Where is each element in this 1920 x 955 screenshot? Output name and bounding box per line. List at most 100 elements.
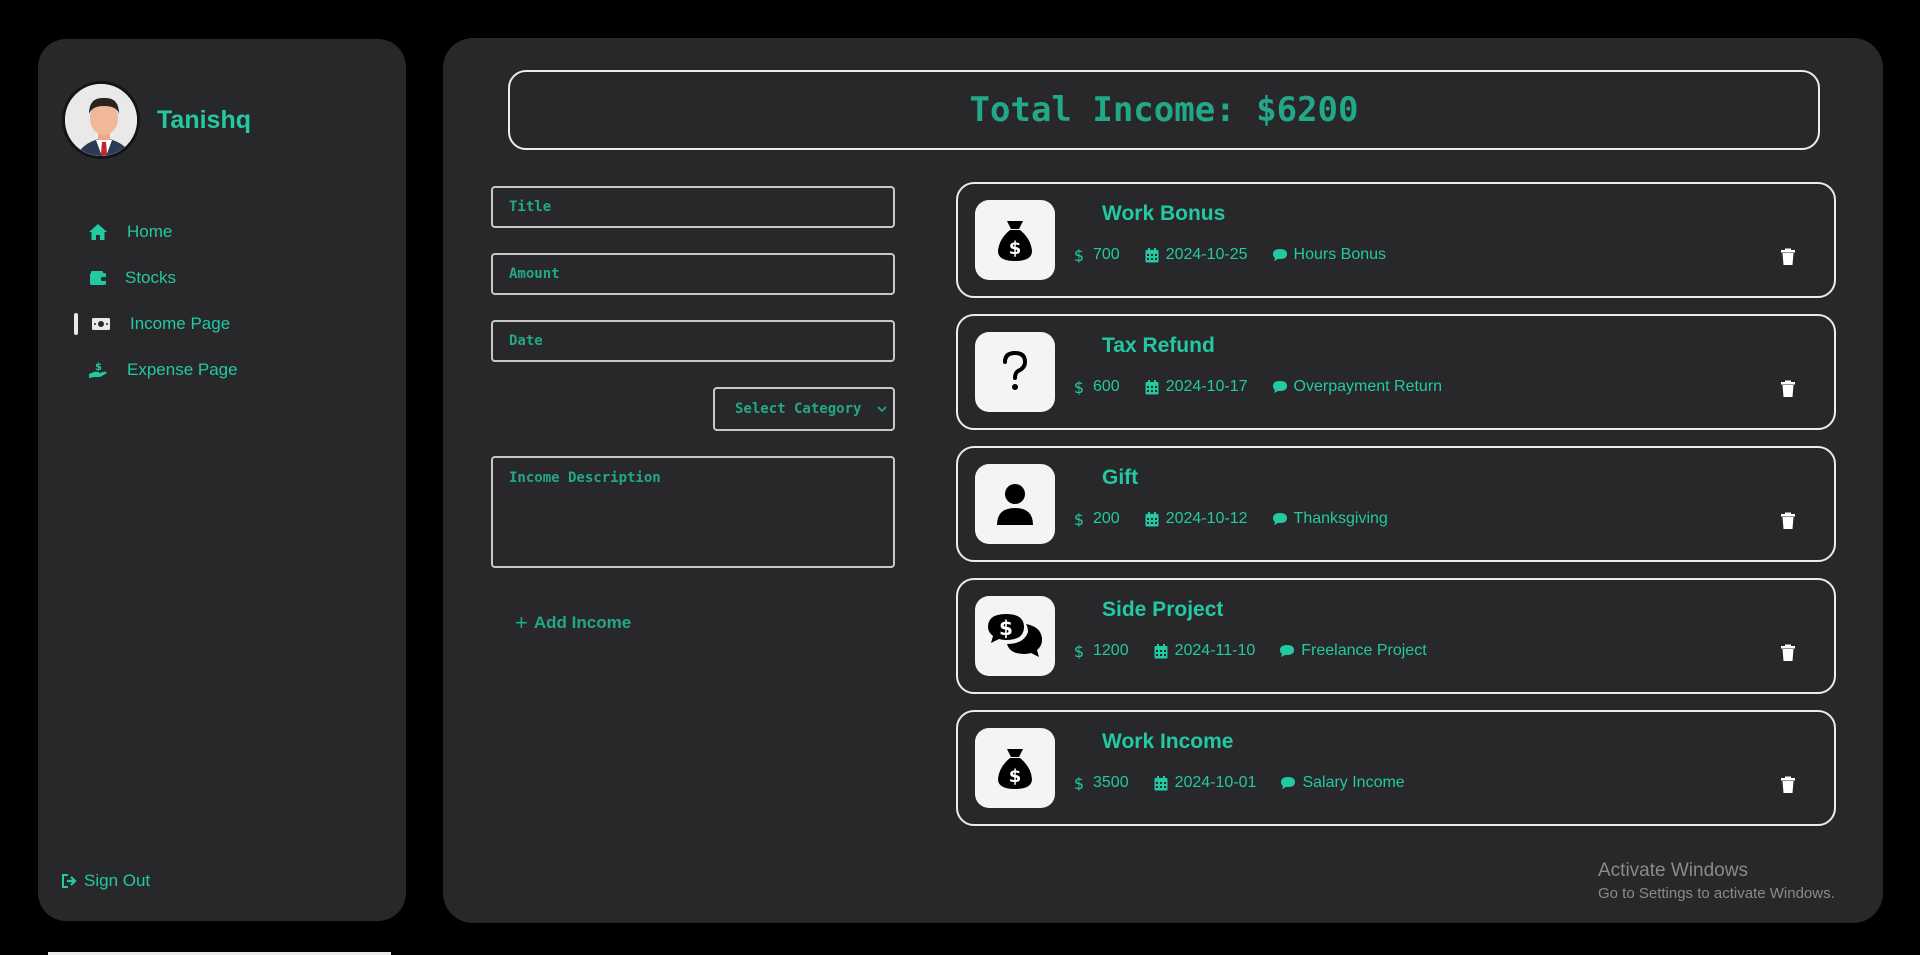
income-title: Work Income	[1102, 730, 1234, 753]
main-panel: Total Income: $6200 Title Amount Date Se…	[443, 38, 1883, 923]
income-item: $ Side Project $1200 2024-11-10 Freelanc…	[956, 578, 1836, 694]
activate-windows-watermark: Activate Windows Go to Settings to activ…	[1598, 860, 1835, 902]
income-amount: 600	[1093, 378, 1120, 395]
username: Tanishq	[157, 105, 251, 134]
question-icon	[975, 332, 1055, 412]
category-select-label: Select Category	[735, 401, 862, 417]
sidebar-nav: Home Stocks Income Page $ Expense Page	[38, 209, 406, 393]
add-income-label: Add Income	[533, 613, 632, 632]
dollar-icon: $	[1071, 247, 1087, 263]
income-amount: 700	[1093, 246, 1120, 263]
income-title: Side Project	[1102, 598, 1224, 621]
title-input[interactable]: Title	[491, 186, 895, 228]
calendar-icon	[1144, 511, 1160, 527]
income-note: Freelance Project	[1301, 642, 1427, 659]
income-item: $ Work Bonus $700 2024-10-25 Hours Bonus	[956, 182, 1836, 298]
dollar-icon: $	[1071, 511, 1087, 527]
svg-text:$: $	[1074, 775, 1084, 791]
calendar-icon	[1153, 775, 1169, 791]
income-note: Overpayment Return	[1293, 378, 1443, 395]
sidebar-item-expense-page[interactable]: $ Expense Page	[38, 347, 406, 393]
income-note: Salary Income	[1302, 774, 1405, 791]
hand-holding-dollar-icon: $	[88, 360, 108, 380]
income-item: Tax Refund $600 2024-10-17 Overpayment R…	[956, 314, 1836, 430]
svg-text:$: $	[95, 362, 102, 373]
plus-icon: +	[515, 610, 528, 635]
income-date: 2024-10-25	[1165, 246, 1248, 263]
svg-text:$: $	[1009, 766, 1022, 787]
income-item: Gift $200 2024-10-12 Thanksgiving	[956, 446, 1836, 562]
income-meta: $200 2024-10-12 Thanksgiving	[1071, 510, 1412, 528]
sign-out-label: Sign Out	[84, 871, 151, 890]
svg-text:$: $	[999, 616, 1013, 640]
comments-dollar-icon: $	[975, 596, 1055, 676]
watermark-subtitle: Go to Settings to activate Windows.	[1598, 885, 1835, 902]
svg-text:$: $	[1074, 379, 1084, 395]
income-title: Work Bonus	[1102, 202, 1226, 225]
money-bill-icon	[91, 314, 111, 334]
description-textarea[interactable]: Income Description	[491, 456, 895, 568]
income-meta: $600 2024-10-17 Overpayment Return	[1071, 378, 1466, 396]
sign-out-icon	[62, 872, 80, 890]
profile: Tanishq	[62, 81, 251, 159]
income-note: Hours Bonus	[1293, 246, 1387, 263]
watermark-title: Activate Windows	[1598, 860, 1748, 881]
calendar-icon	[1144, 379, 1160, 395]
comment-icon	[1272, 511, 1288, 527]
dollar-icon: $	[1071, 643, 1087, 659]
sidebar-item-home[interactable]: Home	[38, 209, 406, 255]
date-input[interactable]: Date	[491, 320, 895, 362]
trash-icon[interactable]	[1780, 776, 1796, 794]
income-title: Tax Refund	[1102, 334, 1215, 357]
chevron-down-icon	[877, 401, 887, 417]
amount-input[interactable]: Amount	[491, 253, 895, 295]
trash-icon[interactable]	[1780, 512, 1796, 530]
sidebar-item-income-page[interactable]: Income Page	[38, 301, 406, 347]
income-meta: $3500 2024-10-01 Salary Income	[1071, 774, 1429, 792]
dollar-icon: $	[1071, 775, 1087, 791]
comment-icon	[1272, 379, 1288, 395]
income-amount: 3500	[1093, 774, 1129, 791]
income-item: $ Work Income $3500 2024-10-01 Salary In…	[956, 710, 1836, 826]
sidebar-item-label: Income Page	[130, 314, 231, 333]
total-income-banner: Total Income: $6200	[508, 70, 1820, 150]
income-date: 2024-10-12	[1165, 510, 1248, 527]
money-bag-icon: $	[975, 728, 1055, 808]
comment-icon	[1272, 247, 1288, 263]
income-date: 2024-10-17	[1165, 378, 1248, 395]
money-bag-icon: $	[975, 200, 1055, 280]
income-date: 2024-11-10	[1174, 642, 1256, 659]
sidebar: Tanishq Home Stocks Income Page $ Expens…	[38, 39, 406, 921]
sidebar-item-stocks[interactable]: Stocks	[38, 255, 406, 301]
income-amount: 1200	[1093, 642, 1129, 659]
sign-out-button[interactable]: Sign Out	[62, 871, 150, 891]
home-icon	[88, 222, 108, 242]
comment-icon	[1279, 643, 1295, 659]
income-amount: 200	[1093, 510, 1120, 527]
svg-text:$: $	[1009, 238, 1022, 259]
income-note: Thanksgiving	[1293, 510, 1388, 527]
sidebar-item-label: Home	[127, 222, 173, 241]
income-form: Title Amount Date Select Category Income…	[491, 186, 895, 636]
calendar-icon	[1144, 247, 1160, 263]
sidebar-item-label: Stocks	[125, 268, 177, 287]
sidebar-item-label: Expense Page	[127, 360, 238, 379]
income-meta: $700 2024-10-25 Hours Bonus	[1071, 246, 1410, 264]
svg-text:$: $	[1074, 511, 1084, 527]
user-icon	[975, 464, 1055, 544]
income-list: $ Work Bonus $700 2024-10-25 Hours Bonus…	[956, 182, 1836, 842]
svg-text:$: $	[1074, 643, 1084, 659]
category-select[interactable]: Select Category	[713, 387, 895, 431]
income-title: Gift	[1102, 466, 1139, 489]
svg-text:$: $	[1074, 247, 1084, 263]
avatar	[62, 81, 140, 159]
trash-icon[interactable]	[1780, 644, 1796, 662]
trash-icon[interactable]	[1780, 380, 1796, 398]
calendar-icon	[1153, 643, 1169, 659]
comment-icon	[1280, 775, 1296, 791]
dollar-icon: $	[1071, 379, 1087, 395]
add-income-button[interactable]: + Add Income	[515, 610, 895, 636]
trash-icon[interactable]	[1780, 248, 1796, 266]
income-meta: $1200 2024-11-10 Freelance Project	[1071, 642, 1451, 660]
income-date: 2024-10-01	[1174, 774, 1257, 791]
